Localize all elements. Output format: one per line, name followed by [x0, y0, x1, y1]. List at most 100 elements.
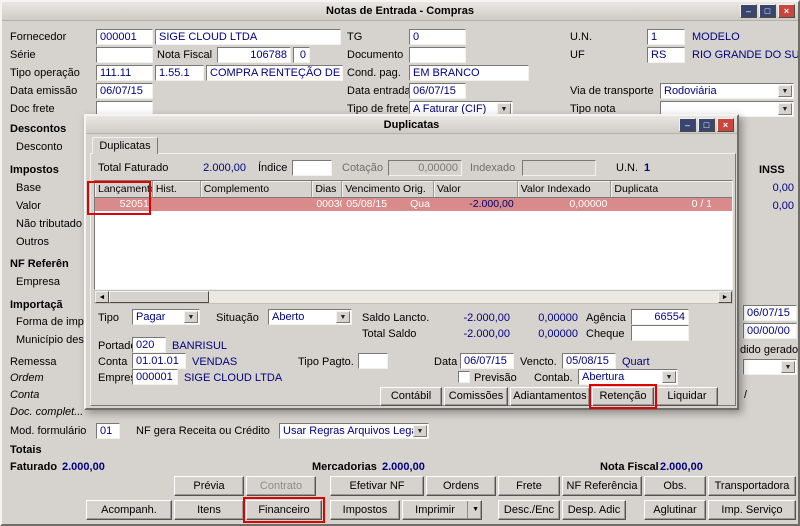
via-transporte-combo[interactable]: Rodoviária ▼	[660, 83, 794, 99]
indice-label: Índice	[258, 160, 287, 176]
chevron-down-icon[interactable]: ▼	[184, 311, 198, 323]
tipo-pagto-field[interactable]	[358, 353, 388, 369]
header-complemento[interactable]: Complemento	[201, 181, 313, 198]
tipo-label: Tipo	[98, 310, 119, 326]
data-emissao-field[interactable]: 06/07/15	[96, 83, 153, 99]
doc-complet-label: Doc. complet...	[10, 404, 83, 420]
imprimir-button[interactable]: Imprimir ▼	[402, 500, 482, 520]
data-entrada-field[interactable]: 06/07/15	[409, 83, 466, 99]
un-field[interactable]: 1	[647, 29, 685, 45]
right-date-field-2[interactable]: 00/00/00	[743, 323, 797, 339]
comissoes-button[interactable]: Comissões	[444, 387, 508, 406]
header-dias[interactable]: Dias	[312, 181, 342, 198]
obs-button[interactable]: Obs.	[644, 476, 706, 496]
header-valor[interactable]: Valor	[434, 181, 518, 198]
tipo-operacao-code1-field[interactable]: 111.11	[96, 65, 153, 81]
ordens-button[interactable]: Ordens	[426, 476, 496, 496]
header-vencimento-orig[interactable]: Vencimento Orig.	[342, 181, 434, 198]
frete-button[interactable]: Frete	[498, 476, 560, 496]
empresa-code-field[interactable]: 000001	[132, 369, 178, 385]
totais-label: Totais	[10, 442, 42, 458]
total-saldo-indexado: 0,00000	[518, 326, 578, 342]
dialog-minimize-button[interactable]: –	[679, 118, 696, 132]
scrollbar-thumb[interactable]	[109, 291, 209, 303]
nota-fiscal-field[interactable]: 106788	[217, 47, 291, 63]
tab-duplicatas[interactable]: Duplicatas	[92, 137, 158, 154]
empresa-label: Empresa	[16, 274, 60, 290]
portador-name-text: BANRISUL	[172, 338, 227, 354]
chevron-down-icon[interactable]: ▼	[781, 361, 795, 373]
tipo-combo[interactable]: Pagar ▼	[132, 309, 200, 325]
chevron-down-icon[interactable]: ▼	[336, 311, 350, 323]
desc-enc-button[interactable]: Desc./Enc	[498, 500, 560, 520]
header-hist[interactable]: Hist.	[153, 181, 201, 198]
liquidar-button[interactable]: Liquidar	[656, 387, 718, 406]
header-lancamento[interactable]: Lançamento	[95, 181, 153, 198]
previa-button[interactable]: Prévia	[174, 476, 244, 496]
total-saldo-value: -2.000,00	[438, 326, 510, 342]
aglutinar-button[interactable]: Aglutinar	[644, 500, 706, 520]
chevron-down-icon[interactable]: ▼	[662, 371, 676, 383]
header-valor-indexado[interactable]: Valor Indexado	[518, 181, 612, 198]
efetivar-nf-button[interactable]: Efetivar NF	[330, 476, 424, 496]
dialog-titlebar[interactable]: Duplicatas	[86, 116, 737, 134]
nf-gera-combo[interactable]: Usar Regras Arquivos Legais ▼	[279, 423, 429, 439]
financeiro-button[interactable]: Financeiro	[246, 500, 322, 520]
right-combo[interactable]: ▼	[743, 359, 797, 375]
retencao-button[interactable]: Retenção	[592, 387, 654, 406]
saldo-lancto-label: Saldo Lancto.	[362, 310, 429, 326]
transportadora-button[interactable]: Transportadora	[708, 476, 796, 496]
data-field[interactable]: 06/07/15	[460, 353, 514, 369]
main-titlebar[interactable]: Notas de Entrada - Compras	[2, 2, 798, 21]
contab-combo[interactable]: Abertura ▼	[578, 369, 678, 385]
minimize-button[interactable]: –	[740, 4, 757, 18]
table-row-selected[interactable]: 52051 00030 05/08/15 Qua -2.000,00 0,000…	[95, 198, 732, 211]
header-duplicata[interactable]: Duplicata	[611, 181, 732, 198]
tipo-operacao-desc-field[interactable]: COMPRA RENTEÇÃO DE PIS + COFI	[206, 65, 343, 81]
contabil-button[interactable]: Contábil	[380, 387, 442, 406]
adiantamentos-button[interactable]: Adiantamentos	[510, 387, 590, 406]
vencto-field[interactable]: 05/08/15	[562, 353, 616, 369]
dialog-un-value: 1	[644, 160, 650, 176]
table-horizontal-scrollbar[interactable]: ◄ ►	[94, 290, 733, 304]
nota-fiscal-extra-field[interactable]: 0	[293, 47, 310, 63]
scroll-right-arrow-icon[interactable]: ►	[718, 291, 732, 303]
scroll-left-arrow-icon[interactable]: ◄	[95, 291, 109, 303]
chevron-down-icon[interactable]: ▼	[778, 103, 792, 115]
desp-adic-button[interactable]: Desp. Adic	[562, 500, 626, 520]
itens-button[interactable]: Itens	[174, 500, 244, 520]
imprimir-dropdown-arrow-icon[interactable]: ▼	[467, 501, 479, 519]
dialog-maximize-button[interactable]: □	[698, 118, 715, 132]
acompanh-button[interactable]: Acompanh.	[86, 500, 172, 520]
cond-pag-label: Cond. pag.	[347, 65, 401, 81]
impostos-button[interactable]: Impostos	[330, 500, 400, 520]
dialog-close-button[interactable]: ×	[717, 118, 734, 132]
cell-vencimento-weekday: Qua	[410, 198, 430, 211]
tipo-operacao-code2-field[interactable]: 1.55.1	[155, 65, 204, 81]
uf-field[interactable]: RS	[647, 47, 685, 63]
cond-pag-field[interactable]: EM BRANCO	[409, 65, 529, 81]
serie-field[interactable]	[96, 47, 153, 63]
maximize-button[interactable]: □	[759, 4, 776, 18]
previsao-checkbox[interactable]	[458, 371, 470, 383]
chevron-down-icon[interactable]: ▼	[413, 425, 427, 437]
main-window-title: Notas de Entrada - Compras	[326, 5, 474, 17]
conta-code-field[interactable]: 01.01.01	[132, 353, 186, 369]
desconto-label: Desconto	[16, 139, 62, 155]
nf-referencia-button[interactable]: NF Referência	[562, 476, 642, 496]
mod-formulario-field[interactable]: 01	[96, 423, 120, 439]
portador-code-field[interactable]: 020	[132, 337, 166, 353]
right-date-field-1[interactable]: 06/07/15	[743, 305, 797, 321]
chevron-down-icon[interactable]: ▼	[778, 85, 792, 97]
agencia-field[interactable]: 66554	[631, 309, 689, 325]
imp-servico-button[interactable]: Imp. Serviço	[708, 500, 796, 520]
situacao-combo[interactable]: Aberto ▼	[268, 309, 352, 325]
fornecedor-code-field[interactable]: 000001	[96, 29, 153, 45]
close-button[interactable]: ×	[778, 4, 795, 18]
indice-field[interactable]	[292, 160, 332, 176]
fornecedor-name-field[interactable]: SIGE CLOUD LTDA	[155, 29, 341, 45]
tg-field[interactable]: 0	[409, 29, 466, 45]
documento-field[interactable]	[409, 47, 466, 63]
cheque-field[interactable]	[631, 325, 689, 341]
table-empty-row	[95, 237, 732, 250]
